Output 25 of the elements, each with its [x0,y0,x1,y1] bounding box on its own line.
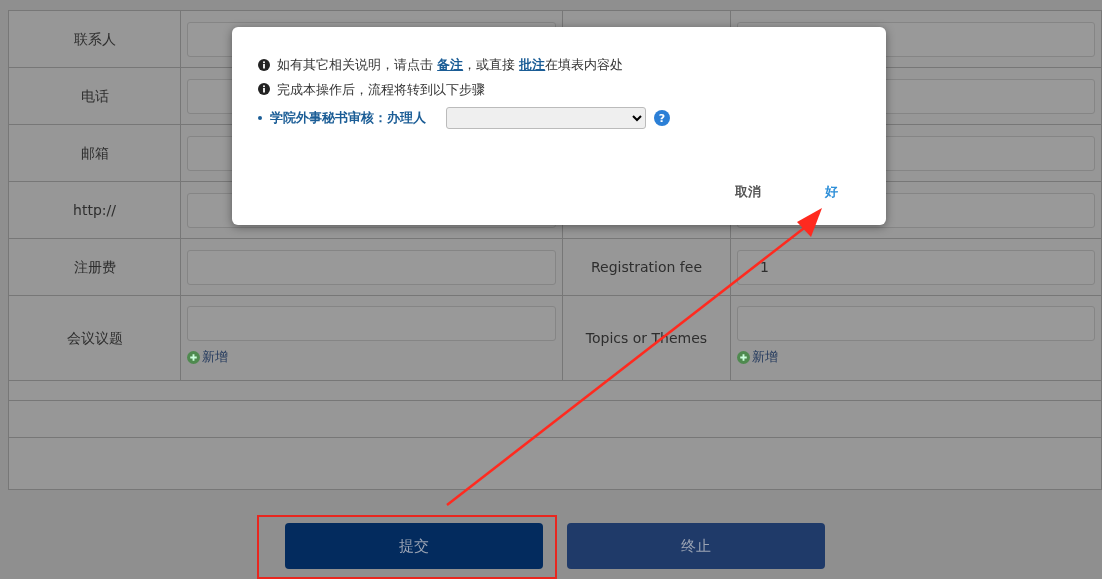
terminate-button[interactable]: 终止 [567,523,825,569]
field-label: 会议议题 [8,295,181,381]
input-field[interactable]: 1 [737,249,1095,285]
add-link[interactable]: 新增 [737,347,778,367]
bullet-icon [258,116,262,120]
plus-icon [737,350,750,364]
info-icon [258,83,270,96]
field-label: 邮箱 [8,124,181,182]
info-text: 如有其它相关说明，请点击 备注，或直接 批注在填表内容处 [277,56,624,74]
field-label: Registration fee [562,238,731,296]
info-icon [258,58,270,71]
note-link[interactable]: 备注 [437,57,464,72]
plus-icon [187,350,200,364]
cancel-button[interactable]: 取消 [735,181,761,201]
step-label: 学院外事秘书审核：办理人 [270,109,426,128]
info-text: 完成本操作后，流程将转到以下步骤 [277,80,485,99]
add-link[interactable]: 新增 [187,347,228,367]
field-label: http:// [8,181,181,239]
field-label: 联系人 [8,10,181,68]
field-label: 注册费 [8,238,181,296]
ok-button[interactable]: 好 [825,181,838,201]
submit-button[interactable]: 提交 [285,523,543,569]
help-icon[interactable]: ? [654,110,670,126]
field-label: 电话 [8,67,181,125]
note-link[interactable]: 批注 [519,57,546,72]
